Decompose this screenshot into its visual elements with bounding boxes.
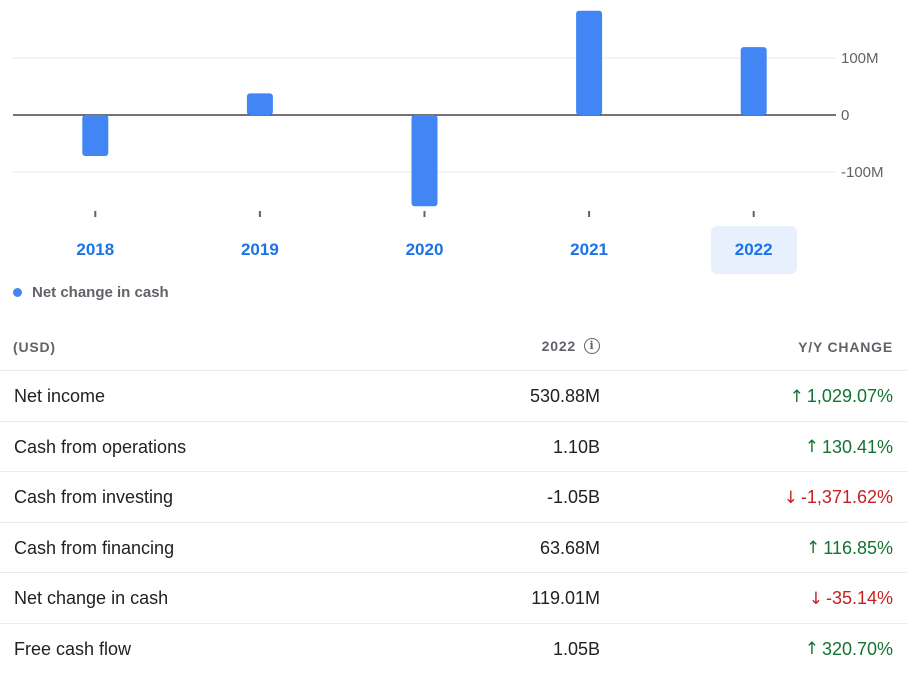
legend-dot — [13, 288, 22, 297]
arrow-up-icon: ↑ — [789, 386, 804, 407]
change-value: 116.85% — [823, 537, 893, 558]
row-change: ↓ -1,371.62% — [784, 487, 893, 508]
row-label: Cash from financing — [14, 537, 175, 558]
y-tick-label: 0 — [841, 107, 849, 124]
change-value: 1,029.07% — [806, 386, 893, 406]
y-tick-label: 100M — [841, 50, 879, 67]
table-row: Free cash flow 1.05B ↑ 320.70% — [0, 624, 907, 674]
row-value: -1.05B — [546, 487, 600, 508]
row-label: Free cash flow — [14, 638, 132, 659]
year-tab-2018[interactable]: 2018 — [52, 226, 138, 274]
y-tick-label: -100M — [841, 164, 884, 181]
bar-2022 — [740, 47, 767, 115]
row-label: Cash from investing — [14, 487, 174, 508]
table-body: Net income 530.88M ↑ 1,029.07% Cash from ope… — [0, 371, 907, 674]
row-change: ↓ -35.14% — [809, 588, 893, 609]
arrow-up-icon: ↑ — [804, 639, 819, 660]
change-header: Y/Y CHANGE — [798, 339, 893, 355]
row-label: Cash from operations — [14, 436, 187, 457]
arrow-down-icon: ↓ — [783, 487, 798, 508]
row-change: ↑ 1,029.07% — [790, 386, 893, 407]
cash-flow-table: (USD) 2022 i Y/Y CHANGE Net income 530.88… — [0, 322, 907, 674]
row-label: Net income — [14, 386, 106, 406]
arrow-up-icon: ↑ — [806, 538, 821, 559]
row-change: ↑ 130.41% — [805, 437, 893, 458]
year-tab-2022[interactable]: 2022 — [710, 226, 797, 274]
bar-2019 — [246, 93, 273, 115]
arrow-up-icon: ↑ — [804, 437, 819, 458]
bar-2020 — [411, 115, 438, 207]
row-change: ↑ 320.70% — [805, 639, 893, 660]
period-label: 2022 — [541, 338, 576, 354]
chart-legend: Net change in cash — [13, 284, 169, 301]
table-row: Net change in cash 119.01M ↓ -35.14% — [0, 573, 907, 624]
table-row: Cash from operations 1.10B ↑ 130.41% — [0, 422, 907, 473]
year-tab-2019[interactable]: 2019 — [217, 226, 303, 274]
period-header: 2022 i — [542, 338, 600, 354]
change-value: 320.70% — [821, 638, 893, 659]
table-row: Cash from financing 63.68M ↑ 116.85% — [0, 523, 907, 574]
row-label: Net change in cash — [14, 588, 169, 609]
row-value: 1.05B — [552, 638, 600, 659]
row-value: 530.88M — [529, 386, 600, 406]
legend-label: Net change in cash — [32, 284, 169, 301]
row-value: 119.01M — [531, 588, 600, 609]
year-tab-2021[interactable]: 2021 — [546, 226, 632, 274]
table-row: Net income 530.88M ↑ 1,029.07% — [0, 371, 907, 422]
row-value: 63.68M — [539, 537, 600, 558]
arrow-down-icon: ↓ — [808, 588, 823, 609]
currency-header: (USD) — [13, 339, 56, 355]
row-change: ↑ 116.85% — [806, 538, 893, 559]
table-header: (USD) 2022 i Y/Y CHANGE — [0, 322, 907, 371]
row-value: 1.10B — [552, 436, 600, 457]
info-icon[interactable]: i — [584, 338, 600, 354]
change-value: -1,371.62% — [800, 487, 893, 508]
change-value: 130.41% — [821, 436, 893, 457]
bar-chart: 100M 0 -100M — [13, 10, 884, 217]
bar-2021 — [576, 10, 603, 115]
bar-2018 — [82, 115, 109, 157]
change-value: -35.14% — [825, 588, 893, 609]
year-tab-2020[interactable]: 2020 — [382, 226, 468, 274]
table-row: Cash from investing -1.05B ↓ -1,371.62% — [0, 472, 907, 523]
